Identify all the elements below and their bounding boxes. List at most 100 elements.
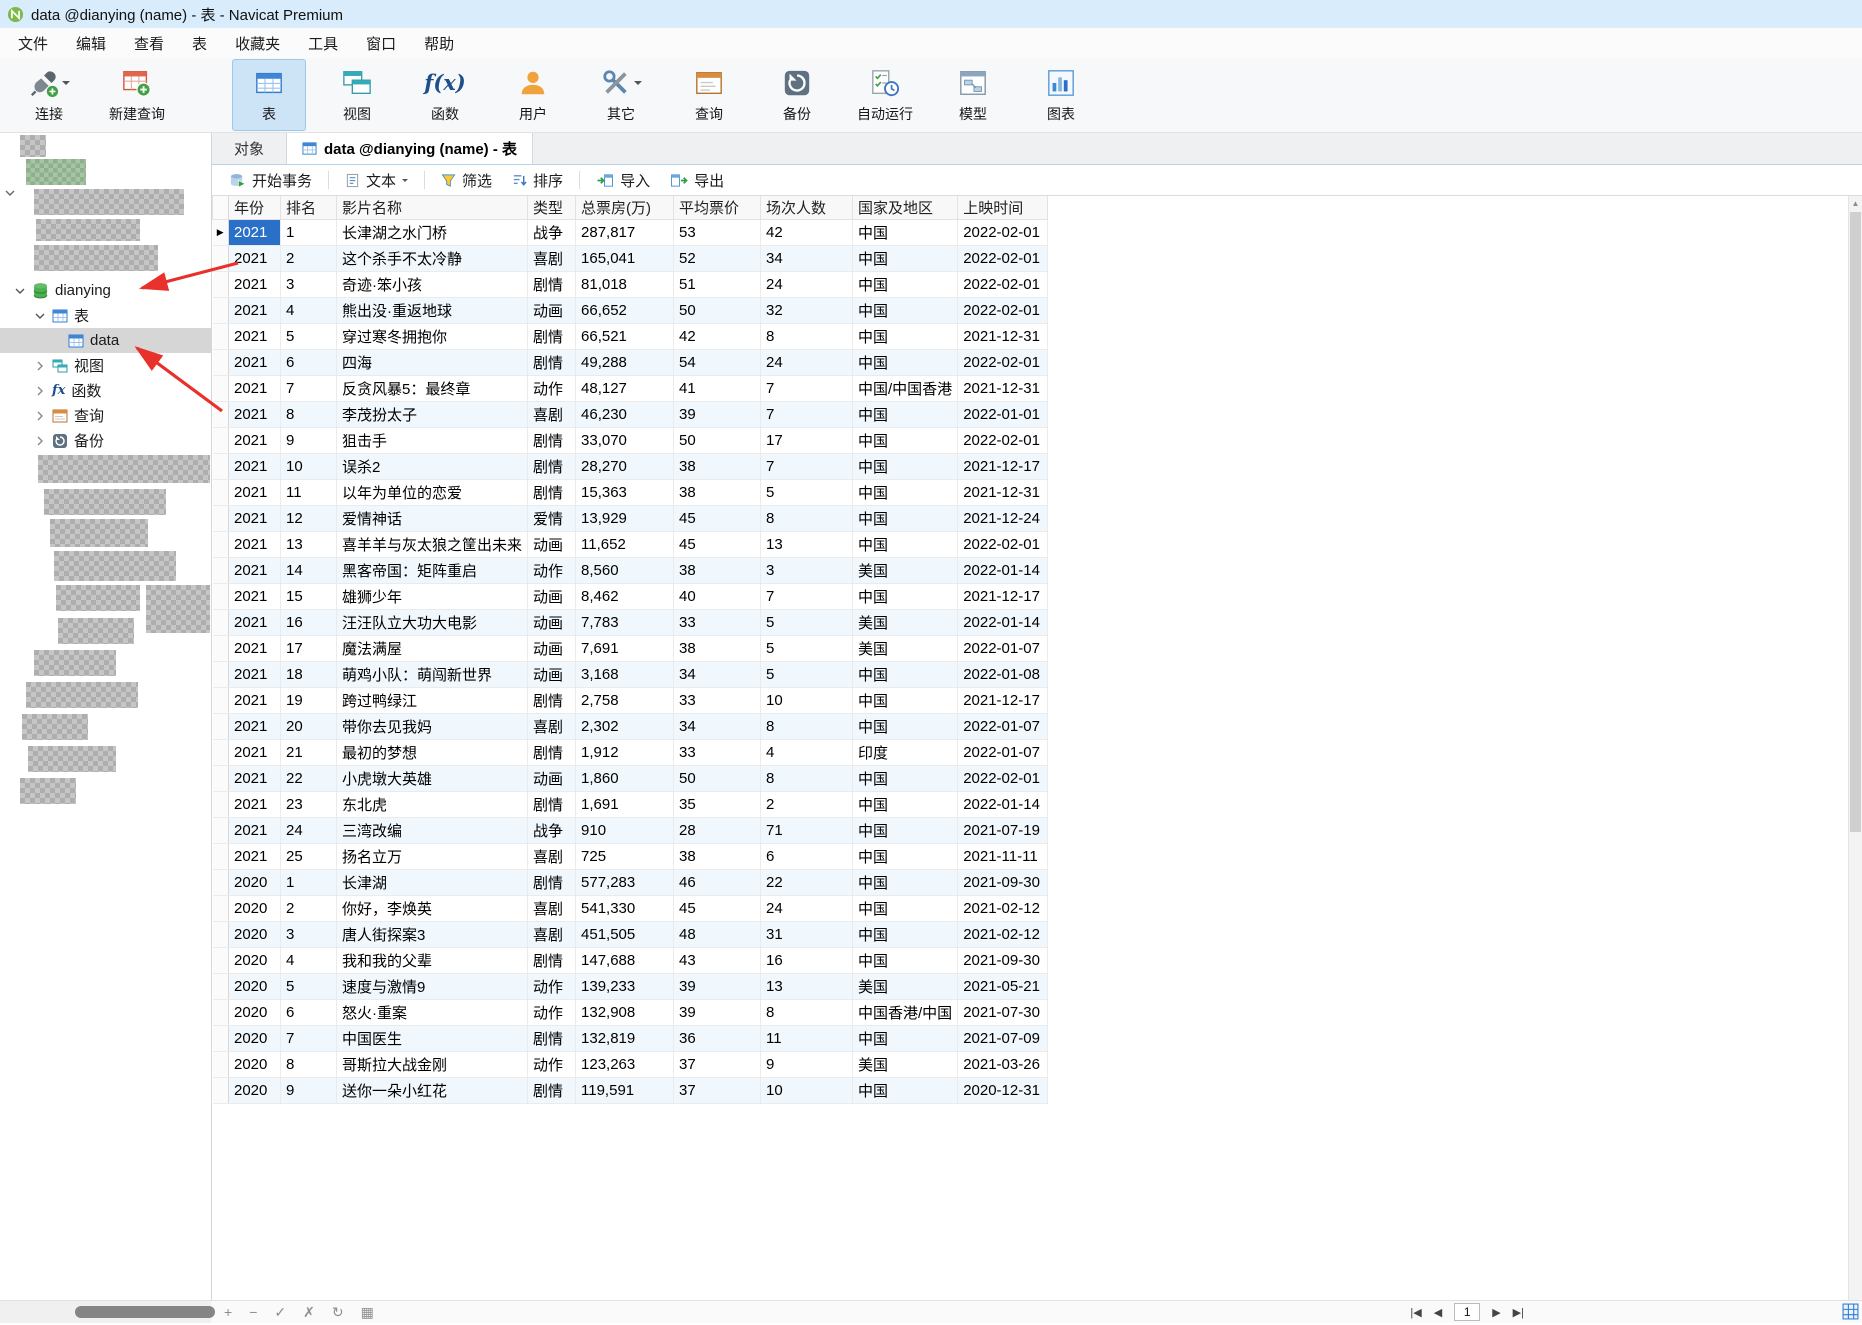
grid-cell[interactable]: 中国 bbox=[852, 713, 959, 740]
grid-cell[interactable]: 2021 bbox=[228, 401, 281, 428]
menu-item-view[interactable]: 查看 bbox=[120, 29, 178, 58]
grid-cell[interactable]: 剧情 bbox=[527, 791, 577, 818]
grid-cell[interactable]: 43 bbox=[673, 947, 762, 974]
grid-cell[interactable]: 2020 bbox=[228, 947, 281, 974]
grid-cell[interactable]: 37 bbox=[673, 1051, 762, 1078]
grid-cell[interactable]: 40 bbox=[673, 583, 762, 610]
grid-cell[interactable]: 奇迹·笨小孩 bbox=[336, 271, 529, 298]
grid-cell[interactable]: 动画 bbox=[527, 297, 577, 324]
grid-cell[interactable]: 33 bbox=[673, 687, 762, 714]
table-row[interactable]: 2020 9 送你一朵小红花 剧情 119,591 37 10 中国 2020-12-31 bbox=[212, 1077, 1049, 1104]
grid-cell[interactable]: 9 bbox=[760, 1051, 854, 1078]
grid-cell[interactable]: 2021-11-11 bbox=[957, 843, 1049, 870]
grid-cell[interactable]: 1,691 bbox=[575, 791, 675, 818]
row-marker[interactable] bbox=[212, 999, 229, 1026]
grid-cell[interactable]: 39 bbox=[673, 973, 762, 1000]
others-button[interactable]: 其它 bbox=[584, 59, 658, 131]
grid-cell[interactable]: 2022-01-07 bbox=[957, 713, 1049, 740]
grid-cell[interactable]: 2021 bbox=[228, 219, 281, 246]
grid-cell[interactable]: 6 bbox=[280, 349, 337, 376]
grid-cell[interactable]: 8,462 bbox=[575, 583, 675, 610]
grid-cell[interactable]: 这个杀手不太冷静 bbox=[336, 245, 529, 272]
grid-cell[interactable]: 45 bbox=[673, 895, 762, 922]
query-button[interactable]: 查询 bbox=[672, 59, 746, 131]
grid-cell[interactable]: 139,233 bbox=[575, 973, 675, 1000]
column-header-country[interactable]: 国家及地区 bbox=[852, 196, 959, 220]
grid-cell[interactable]: 16 bbox=[760, 947, 854, 974]
grid-cell[interactable]: 9 bbox=[280, 427, 337, 454]
grid-cell[interactable]: 你好，李焕英 bbox=[336, 895, 529, 922]
grid-cell[interactable]: 119,591 bbox=[575, 1077, 675, 1104]
grid-cell[interactable]: 8 bbox=[280, 401, 337, 428]
grid-cell[interactable]: 4 bbox=[280, 947, 337, 974]
grid-cell[interactable]: 反贪风暴5：最终章 bbox=[336, 375, 529, 402]
grid-cell[interactable]: 6 bbox=[760, 843, 854, 870]
grid-cell[interactable]: 1 bbox=[280, 869, 337, 896]
grid-cell[interactable]: 爱情神话 bbox=[336, 505, 529, 532]
grid-cell[interactable]: 最初的梦想 bbox=[336, 739, 529, 766]
grid-cell[interactable]: 黑客帝国：矩阵重启 bbox=[336, 557, 529, 584]
connection-button[interactable]: 连接 bbox=[12, 59, 86, 131]
grid-cell[interactable]: 跨过鸭绿江 bbox=[336, 687, 529, 714]
grid-cell[interactable]: 2021-07-30 bbox=[957, 999, 1049, 1026]
grid-cell[interactable]: 1 bbox=[280, 219, 337, 246]
table-row[interactable]: 2020 8 哥斯拉大战金刚 动作 123,263 37 9 美国 2021-03-26 bbox=[212, 1051, 1049, 1078]
row-marker[interactable] bbox=[212, 921, 229, 948]
record-number[interactable]: 1 bbox=[1454, 1303, 1481, 1321]
grid-corner[interactable] bbox=[212, 196, 229, 220]
grid-cell[interactable]: 34 bbox=[673, 713, 762, 740]
table-row[interactable]: 2021 21 最初的梦想 剧情 1,912 33 4 印度 2022-01-07 bbox=[212, 739, 1049, 766]
grid-cell[interactable]: 123,263 bbox=[575, 1051, 675, 1078]
table-row[interactable]: 2021 2 这个杀手不太冷静 喜剧 165,041 52 34 中国 2022-02-01 bbox=[212, 245, 1049, 272]
grid-cell[interactable]: 中国 bbox=[852, 271, 959, 298]
grid-cell[interactable]: 24 bbox=[280, 817, 337, 844]
menu-item-edit[interactable]: 编辑 bbox=[62, 29, 120, 58]
row-marker[interactable] bbox=[212, 505, 229, 532]
grid-cell[interactable]: 38 bbox=[673, 557, 762, 584]
menu-item-file[interactable]: 文件 bbox=[4, 29, 62, 58]
table-row[interactable]: 2021 12 爱情神话 爱情 13,929 45 8 中国 2021-12-24 bbox=[212, 505, 1049, 532]
grid-cell[interactable]: 东北虎 bbox=[336, 791, 529, 818]
row-marker[interactable] bbox=[212, 375, 229, 402]
row-marker[interactable] bbox=[212, 323, 229, 350]
grid-cell[interactable]: 中国 bbox=[852, 687, 959, 714]
grid-cell[interactable]: 带你去见我妈 bbox=[336, 713, 529, 740]
grid-cell[interactable]: 喜剧 bbox=[527, 713, 577, 740]
table-row[interactable]: 2021 6 四海 剧情 49,288 54 24 中国 2022-02-01 bbox=[212, 349, 1049, 376]
column-header-genre[interactable]: 类型 bbox=[527, 196, 577, 220]
grid-cell[interactable]: 2022-02-01 bbox=[957, 271, 1049, 298]
row-marker[interactable] bbox=[212, 427, 229, 454]
grid-cell[interactable]: 13 bbox=[760, 531, 854, 558]
grid-cell[interactable]: 46 bbox=[673, 869, 762, 896]
grid-cell[interactable]: 13 bbox=[280, 531, 337, 558]
grid-cell[interactable]: 4 bbox=[760, 739, 854, 766]
grid-cell[interactable]: 喜剧 bbox=[527, 245, 577, 272]
grid-cell[interactable]: 2021-12-17 bbox=[957, 453, 1049, 480]
row-marker[interactable] bbox=[212, 557, 229, 584]
table-row[interactable]: 2021 16 汪汪队立大功大电影 动画 7,783 33 5 美国 2022-01-14 bbox=[212, 609, 1049, 636]
table-row[interactable]: 2020 6 怒火·重案 动作 132,908 39 8 中国香港/中国 2021-07-30 bbox=[212, 999, 1049, 1026]
grid-cell[interactable]: 13 bbox=[760, 973, 854, 1000]
grid-cell[interactable]: 8,560 bbox=[575, 557, 675, 584]
grid-cell[interactable]: 7 bbox=[760, 401, 854, 428]
grid-cell[interactable]: 2021 bbox=[228, 583, 281, 610]
row-marker[interactable] bbox=[212, 1025, 229, 1052]
table-row[interactable]: 2020 5 速度与激情9 动作 139,233 39 13 美国 2021-05-21 bbox=[212, 973, 1049, 1000]
grid-cell[interactable]: 21 bbox=[280, 739, 337, 766]
grid-cell[interactable]: 2021-12-31 bbox=[957, 375, 1049, 402]
grid-cell[interactable]: 剧情 bbox=[527, 479, 577, 506]
sidebar-item-views[interactable]: 视图 bbox=[0, 353, 211, 378]
grid-cell[interactable]: 动作 bbox=[527, 973, 577, 1000]
grid-cell[interactable]: 28,270 bbox=[575, 453, 675, 480]
grid-cell[interactable]: 66,521 bbox=[575, 323, 675, 350]
grid-cell[interactable]: 三湾改编 bbox=[336, 817, 529, 844]
grid-cell[interactable]: 怒火·重案 bbox=[336, 999, 529, 1026]
row-marker[interactable]: ▶ bbox=[212, 219, 229, 246]
grid-cell[interactable]: 2021 bbox=[228, 843, 281, 870]
grid-cell[interactable]: 2 bbox=[280, 245, 337, 272]
row-marker[interactable] bbox=[212, 791, 229, 818]
grid-cell[interactable]: 5 bbox=[760, 479, 854, 506]
grid-cell[interactable]: 2020 bbox=[228, 921, 281, 948]
grid-cell[interactable]: 41 bbox=[673, 375, 762, 402]
grid-cell[interactable]: 动画 bbox=[527, 661, 577, 688]
